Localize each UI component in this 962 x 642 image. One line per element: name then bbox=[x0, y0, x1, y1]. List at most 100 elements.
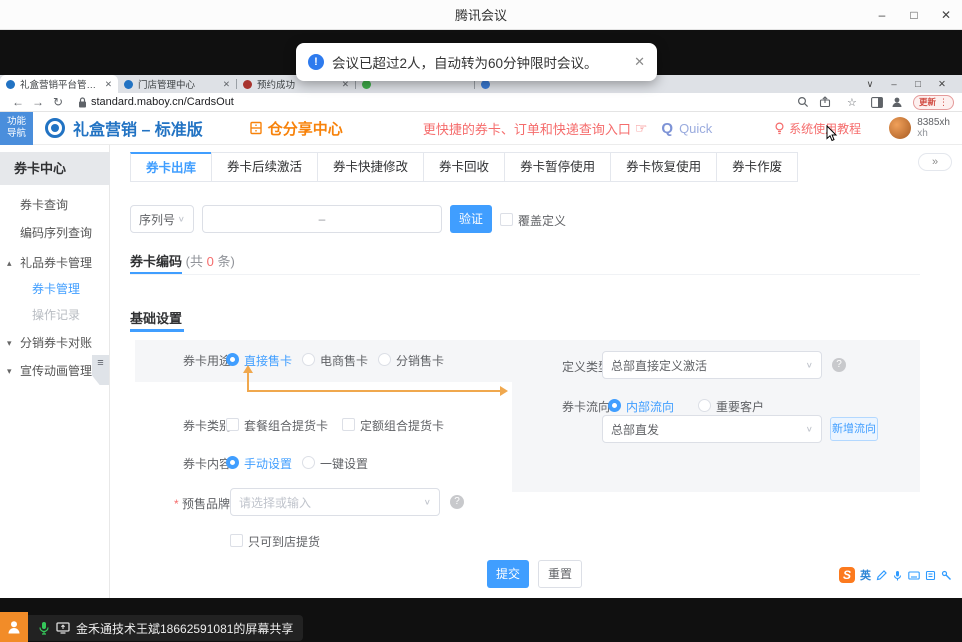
content-option-manual[interactable]: 手动设置 bbox=[244, 455, 292, 472]
add-flow-button[interactable]: 新增流向 bbox=[830, 417, 878, 441]
connector-arrowhead-right bbox=[500, 386, 508, 396]
define-type-select[interactable]: 总部直接定义激活 ∨ bbox=[602, 351, 822, 379]
expand-panel-button[interactable]: » bbox=[918, 153, 952, 171]
usage-radio-distribution[interactable] bbox=[378, 353, 391, 366]
define-type-value: 总部直接定义激活 bbox=[611, 357, 707, 374]
tencent-meeting-window: 腾讯会议 – □ ✕ 礼盒营销平台管理中心 ✕ 门店管理中心 ✕ bbox=[0, 0, 962, 642]
sidebar-group-gift-card-management[interactable]: ▴ 礼品券卡管理 bbox=[0, 251, 110, 275]
ime-toolbar[interactable]: S 英 bbox=[839, 565, 952, 585]
mouse-cursor bbox=[826, 125, 838, 142]
forward-icon[interactable]: → bbox=[28, 95, 48, 109]
sidebar-item-code-sequence-query[interactable]: 编码序列查询 bbox=[0, 221, 110, 245]
share-banner-text: 金禾通技术王斌18662591081的屏幕共享 bbox=[76, 620, 293, 637]
nav-toggle-line2: 导航 bbox=[7, 128, 26, 140]
flow-select[interactable]: 总部直发 ∨ bbox=[602, 415, 822, 443]
share-center-link[interactable]: 仓分享中心 bbox=[249, 118, 343, 139]
quick-entry-link[interactable]: 更快捷的券卡、订单和快递查询入口 bbox=[423, 119, 631, 138]
flow-option-vip[interactable]: 重要客户 bbox=[716, 398, 764, 415]
ime-mic-icon[interactable] bbox=[892, 570, 903, 581]
sidebar-group-distribution-reconciliation[interactable]: ▾ 分销券卡对账 bbox=[0, 331, 110, 355]
ime-clipboard-icon[interactable] bbox=[925, 570, 936, 581]
tab-card-suspend[interactable]: 券卡暂停使用 bbox=[504, 152, 611, 182]
reset-button[interactable]: 重置 bbox=[538, 560, 582, 588]
browser-tab-active[interactable]: 礼盒营销平台管理中心 ✕ bbox=[0, 75, 118, 93]
browser-maximize-button[interactable]: □ bbox=[906, 79, 930, 90]
code-range-input[interactable]: – bbox=[202, 205, 442, 233]
ime-pen-icon[interactable] bbox=[876, 570, 887, 581]
user-avatar[interactable] bbox=[889, 117, 911, 139]
hamburger-icon: ≡ bbox=[97, 357, 103, 369]
ime-language-toggle[interactable]: 英 bbox=[860, 567, 871, 583]
usage-option-distribution[interactable]: 分销售卡 bbox=[396, 352, 444, 369]
tab-card-resume[interactable]: 券卡恢复使用 bbox=[610, 152, 717, 182]
sidebar-item-card-management[interactable]: 券卡管理 bbox=[0, 277, 110, 301]
person-icon bbox=[6, 619, 22, 635]
reload-icon[interactable]: ↻ bbox=[48, 95, 68, 109]
ime-keyboard-icon[interactable] bbox=[908, 570, 920, 581]
tab-card-outbound[interactable]: 券卡出库 bbox=[130, 152, 212, 182]
content-option-onekey[interactable]: 一键设置 bbox=[320, 455, 368, 472]
quick-search[interactable]: Q Quick bbox=[661, 120, 712, 137]
toast-close-icon[interactable]: ✕ bbox=[634, 54, 645, 70]
category-option-fixed[interactable]: 定额组合提货卡 bbox=[360, 417, 444, 434]
content-area: 券卡出库 券卡后续激活 券卡快捷修改 券卡回收 券卡暂停使用 券卡恢复使用 券卡… bbox=[110, 145, 962, 598]
back-icon[interactable]: ← bbox=[8, 95, 28, 109]
tutorial-link[interactable]: 系统使用教程 bbox=[774, 120, 861, 137]
ime-wrench-icon[interactable] bbox=[941, 570, 952, 581]
flow-option-internal[interactable]: 内部流向 bbox=[626, 398, 674, 415]
basic-settings-title: 基础设置 bbox=[130, 311, 182, 326]
tab-card-void[interactable]: 券卡作废 bbox=[716, 152, 798, 182]
tab-close-icon[interactable]: ✕ bbox=[223, 79, 230, 90]
tab-card-followup-activation[interactable]: 券卡后续激活 bbox=[211, 152, 318, 182]
flow-radio-internal[interactable] bbox=[608, 399, 621, 412]
tab-card-recycle[interactable]: 券卡回收 bbox=[423, 152, 505, 182]
sidebar-item-operation-log[interactable]: 操作记录 bbox=[0, 303, 110, 327]
usage-option-ecommerce[interactable]: 电商售卡 bbox=[320, 352, 368, 369]
bookmark-star-icon[interactable]: ☆ bbox=[841, 96, 863, 109]
window-controls: – □ ✕ bbox=[866, 0, 962, 30]
category-checkbox-combo[interactable] bbox=[226, 418, 239, 431]
url-text[interactable]: standard.maboy.cn/CardsOut bbox=[91, 96, 234, 108]
usage-radio-direct[interactable] bbox=[226, 353, 239, 366]
zoom-icon[interactable] bbox=[797, 96, 809, 108]
store-only-label[interactable]: 只可到店提货 bbox=[248, 533, 320, 550]
overwrite-checkbox[interactable] bbox=[500, 213, 513, 226]
tab-favicon bbox=[124, 80, 133, 89]
content-radio-manual[interactable] bbox=[226, 456, 239, 469]
profile-icon[interactable] bbox=[891, 96, 903, 108]
panel-cutout bbox=[135, 382, 512, 492]
category-option-combo[interactable]: 套餐组合提货卡 bbox=[244, 417, 328, 434]
share-page-icon[interactable] bbox=[819, 96, 831, 108]
browser-close-button[interactable]: ✕ bbox=[930, 79, 954, 90]
define-type-help-icon[interactable]: ? bbox=[832, 358, 846, 372]
submit-button[interactable]: 提交 bbox=[487, 560, 529, 588]
usage-radio-ecommerce[interactable] bbox=[302, 353, 315, 366]
browser-tab[interactable]: 门店管理中心 ✕ bbox=[118, 75, 236, 93]
update-button[interactable]: 更新 ⋮ bbox=[913, 95, 954, 110]
meeting-titlebar: 腾讯会议 – □ ✕ bbox=[0, 0, 962, 30]
caret-down-icon: ▾ bbox=[7, 331, 12, 355]
maximize-button[interactable]: □ bbox=[898, 0, 930, 30]
field-type-select[interactable]: 序列号 ∨ bbox=[130, 205, 194, 233]
tab-card-quick-edit[interactable]: 券卡快捷修改 bbox=[317, 152, 424, 182]
more-menu-icon[interactable]: ⋮ bbox=[939, 97, 948, 108]
brand-select[interactable]: 请选择或输入 ∨ bbox=[230, 488, 440, 516]
content-radio-onekey[interactable] bbox=[302, 456, 315, 469]
store-only-checkbox[interactable] bbox=[230, 534, 243, 547]
nav-toggle-button[interactable]: 功能 导航 bbox=[0, 112, 33, 145]
flow-radio-vip[interactable] bbox=[698, 399, 711, 412]
chevron-down-icon: ∨ bbox=[806, 361, 813, 370]
verify-button[interactable]: 验证 bbox=[450, 205, 492, 233]
tab-search-chevron-icon[interactable]: ∨ bbox=[858, 79, 882, 90]
sidebar-item-card-query[interactable]: 券卡查询 bbox=[0, 193, 110, 217]
tab-close-icon[interactable]: ✕ bbox=[105, 79, 112, 90]
minimize-button[interactable]: – bbox=[866, 0, 898, 30]
browser-minimize-button[interactable]: – bbox=[882, 79, 906, 90]
close-button[interactable]: ✕ bbox=[930, 0, 962, 30]
overwrite-label[interactable]: 覆盖定义 bbox=[518, 212, 566, 229]
brand-help-icon[interactable]: ? bbox=[450, 495, 464, 509]
sidebar: 券卡中心 券卡查询 编码序列查询 ▴ 礼品券卡管理 券卡管理 操作记录 ▾ 分销… bbox=[0, 145, 110, 598]
split-view-icon[interactable] bbox=[871, 97, 883, 108]
share-center-label: 仓分享中心 bbox=[268, 118, 343, 139]
category-checkbox-fixed[interactable] bbox=[342, 418, 355, 431]
